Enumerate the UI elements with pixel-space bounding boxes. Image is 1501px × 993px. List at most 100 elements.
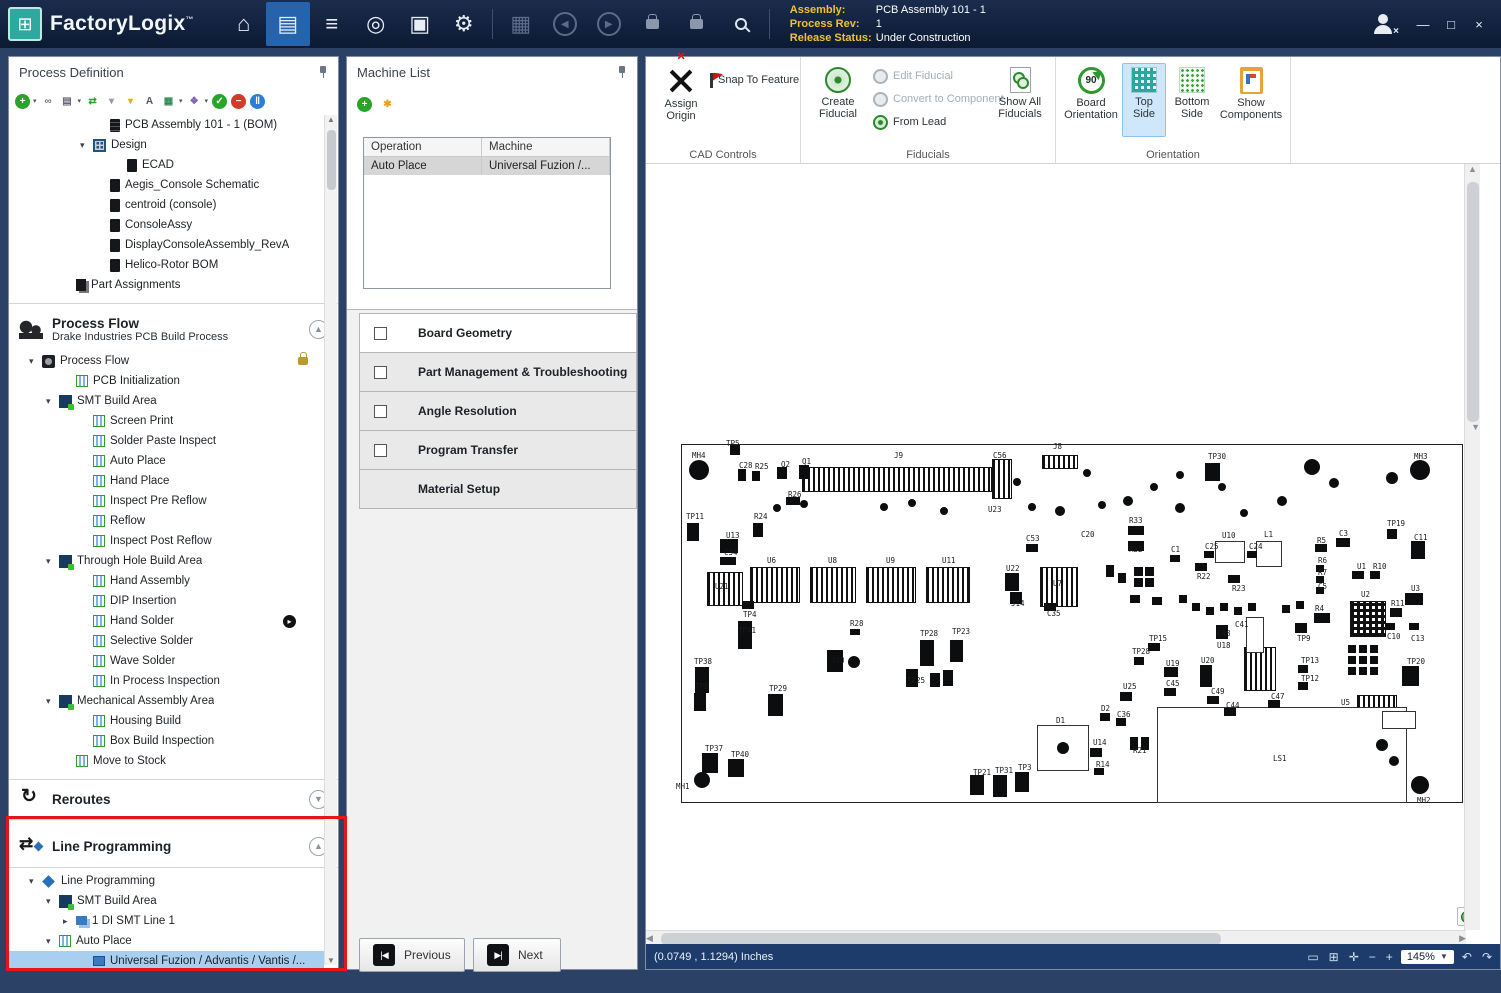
back-icon[interactable]: ◀	[543, 2, 587, 46]
label-icon[interactable]: A	[142, 94, 157, 109]
documents-icon[interactable]: ▣	[398, 2, 442, 46]
collapse-arrow-icon[interactable]: ▾	[29, 356, 42, 367]
tree-item-part-assignments[interactable]: Part Assignments	[9, 275, 324, 295]
tree-item-line-programming[interactable]: ▾Line Programming	[9, 871, 324, 891]
tree-item-smt-build-area[interactable]: ▾SMT Build Area	[9, 891, 324, 911]
scrollbar-thumb[interactable]	[661, 933, 1221, 945]
tree-item-design[interactable]: ▾Design	[9, 135, 324, 155]
grid-view-icon[interactable]: ▦	[161, 94, 176, 109]
tree-item-pcb-assembly-101-1-bom[interactable]: PCB Assembly 101 - 1 (BOM)	[9, 115, 324, 135]
scroll-down-icon[interactable]: ▼	[1471, 422, 1480, 432]
pin-icon[interactable]	[616, 66, 627, 78]
dropdown-caret-icon[interactable]: ▾	[179, 97, 183, 105]
tree-item-auto-place[interactable]: Auto Place	[9, 451, 324, 471]
settings-gear-icon[interactable]: ⚙	[442, 2, 486, 46]
top-side-button[interactable]: Top Side	[1122, 63, 1166, 137]
scroll-up-icon[interactable]: ▲	[327, 115, 335, 124]
dropdown-caret-icon[interactable]: ▾	[78, 97, 82, 105]
collapse-arrow-icon[interactable]: ▾	[46, 696, 59, 707]
section-checkbox[interactable]	[374, 366, 387, 379]
dropdown-caret-icon[interactable]: ▾	[33, 97, 37, 105]
tree-item-inspect-post-reflow[interactable]: Inspect Post Reflow	[9, 531, 324, 551]
tree-item-dip-insertion[interactable]: DIP Insertion	[9, 591, 324, 611]
board-orientation-button[interactable]: 90 Board Orientation	[1062, 63, 1120, 137]
section-angle-resolution[interactable]: Angle Resolution	[359, 391, 637, 431]
process-flow-section-header[interactable]: Process Flow Drake Industries PCB Build …	[9, 309, 338, 349]
previous-button[interactable]: |◀ Previous	[359, 938, 465, 972]
tree-item-reflow[interactable]: Reflow	[9, 511, 324, 531]
tree-item-pcb-initialization[interactable]: PCB Initialization	[9, 371, 324, 391]
tree-item-1-di-smt-line-1[interactable]: ▸1 DI SMT Line 1	[9, 911, 324, 931]
section-checkbox[interactable]	[374, 405, 387, 418]
materials-icon[interactable]: ≡	[310, 2, 354, 46]
tree-item-hand-place[interactable]: Hand Place	[9, 471, 324, 491]
add-machine-icon[interactable]: +	[357, 97, 372, 112]
remove-icon[interactable]: −	[231, 94, 246, 109]
forward-icon[interactable]: ▶	[587, 2, 631, 46]
user-icon[interactable]: ×	[1373, 14, 1393, 34]
lock-icon[interactable]	[675, 2, 719, 46]
add-icon[interactable]: +	[15, 94, 30, 109]
section-part-management-troubleshooting[interactable]: Part Management & Troubleshooting	[359, 352, 637, 392]
tree-item-in-process-inspection[interactable]: In Process Inspection	[9, 671, 324, 691]
scroll-left-icon[interactable]: ◀	[646, 933, 653, 944]
reroutes-section-header[interactable]: Reroutes ▼	[9, 783, 338, 815]
tree-item-consoleassy[interactable]: ConsoleAssy	[9, 215, 324, 235]
canvas-vertical-scrollbar[interactable]: ▲ ▼	[1464, 164, 1480, 930]
tree-item-ecad[interactable]: ECAD	[9, 155, 324, 175]
section-material-setup[interactable]: Material Setup	[359, 469, 637, 509]
tree-item-displayconsoleassembly-reva[interactable]: DisplayConsoleAssembly_RevA	[9, 235, 324, 255]
scroll-up-icon[interactable]: ▲	[1468, 164, 1477, 174]
section-checkbox[interactable]	[374, 327, 387, 340]
rotate-cw-icon[interactable]: ↷	[1482, 950, 1492, 964]
tree-item-wave-solder[interactable]: Wave Solder	[9, 651, 324, 671]
ink-icon[interactable]: ▾	[123, 94, 138, 109]
show-components-button[interactable]: Show Components	[1218, 63, 1284, 137]
collapse-arrow-icon[interactable]: ▾	[29, 876, 42, 887]
tree-item-selective-solder[interactable]: Selective Solder	[9, 631, 324, 651]
attach-icon[interactable]: ∞	[41, 94, 56, 109]
marker-icon[interactable]: ▾	[104, 94, 119, 109]
collapse-arrow-icon[interactable]: ▾	[46, 396, 59, 407]
tree-item-universal-fuzion-advantis-vantis[interactable]: Universal Fuzion / Advantis / Vantis /..…	[9, 951, 324, 970]
scrollbar-thumb[interactable]	[327, 130, 336, 190]
expand-arrow-icon[interactable]: ▸	[63, 916, 76, 927]
tree-item-solder-paste-inspect[interactable]: Solder Paste Inspect	[9, 431, 324, 451]
palette-icon[interactable]: ❖	[187, 94, 202, 109]
collapse-arrow-icon[interactable]: ▾	[46, 936, 59, 947]
process-definition-icon[interactable]: ▤	[266, 2, 310, 46]
tree-item-hand-assembly[interactable]: Hand Assembly	[9, 571, 324, 591]
machine-settings-icon[interactable]: ✱	[380, 97, 395, 112]
select-region-icon[interactable]: ▭	[1307, 950, 1318, 964]
collapse-arrow-icon[interactable]: ▾	[46, 896, 59, 907]
table-row[interactable]: Auto PlaceUniversal Fuzion /...	[364, 157, 610, 175]
column-header-operation[interactable]: Operation	[364, 138, 482, 156]
zoom-window-icon[interactable]: ⊞	[1329, 950, 1339, 964]
tree-item-mechanical-assembly-area[interactable]: ▾Mechanical Assembly Area	[9, 691, 324, 711]
tree-item-auto-place[interactable]: ▾Auto Place	[9, 931, 324, 951]
cad-canvas[interactable]: MH4TP5C28R25Q2Q1R26J9C56U23J8TP30MH3TP11…	[646, 164, 1500, 946]
zoom-level-select[interactable]: 145% ▼	[1401, 950, 1454, 964]
search-icon[interactable]	[719, 2, 763, 46]
dropdown-caret-icon[interactable]: ▾	[205, 97, 209, 105]
tree-item-housing-build[interactable]: Housing Build	[9, 711, 324, 731]
rotate-ccw-icon[interactable]: ↶	[1462, 950, 1472, 964]
line-programming-section-header[interactable]: Line Programming ▲	[9, 829, 338, 863]
sync-icon[interactable]: ⇄	[85, 94, 100, 109]
save-icon[interactable]: ▦	[499, 2, 543, 46]
approve-icon[interactable]: ✓	[212, 94, 227, 109]
next-button[interactable]: ▶| Next	[473, 938, 561, 972]
tree-item-box-build-inspection[interactable]: Box Build Inspection	[9, 731, 324, 751]
home-icon[interactable]: ⌂	[222, 2, 266, 46]
tree-item-centroid-console[interactable]: centroid (console)	[9, 195, 324, 215]
maximize-button[interactable]: □	[1439, 12, 1463, 36]
show-all-fiducials-button[interactable]: Show All Fiducials	[991, 63, 1049, 137]
tree-item-hand-solder[interactable]: Hand Solder▸	[9, 611, 324, 631]
unlock-icon[interactable]	[631, 2, 675, 46]
tree-item-through-hole-build-area[interactable]: ▾Through Hole Build Area	[9, 551, 324, 571]
column-header-machine[interactable]: Machine	[482, 138, 610, 156]
tree-item-helico-rotor-bom[interactable]: Helico-Rotor BOM	[9, 255, 324, 275]
print-icon[interactable]: ▤	[60, 94, 75, 109]
bottom-side-button[interactable]: Bottom Side	[1168, 63, 1216, 137]
section-board-geometry[interactable]: Board Geometry	[359, 313, 637, 353]
